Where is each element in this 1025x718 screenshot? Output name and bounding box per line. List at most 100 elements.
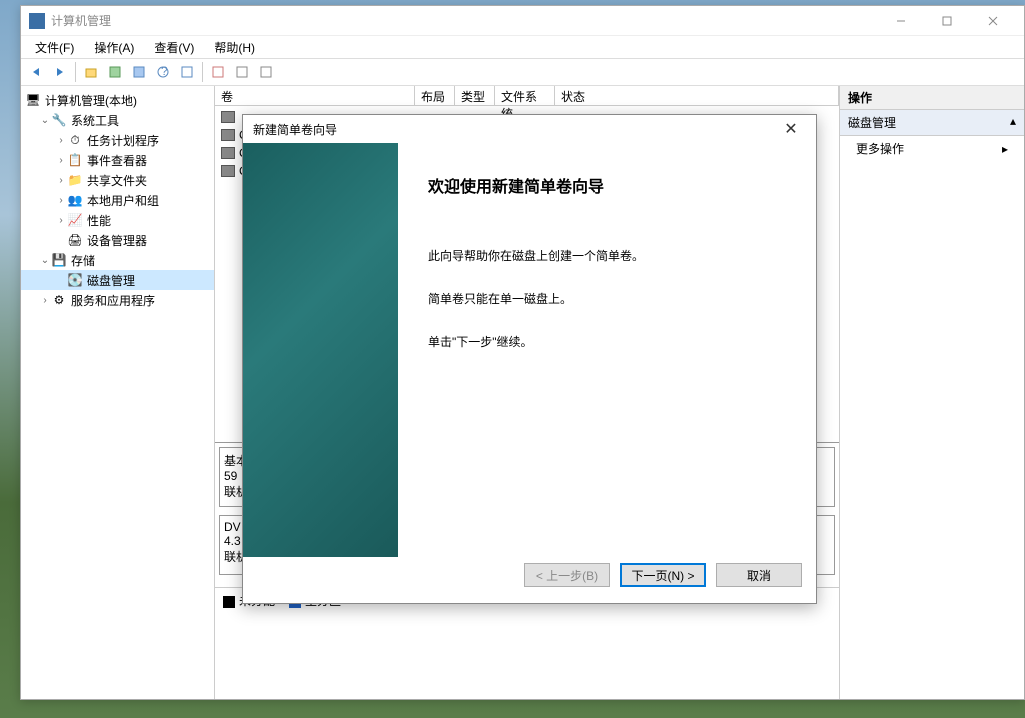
app-icon [29,13,45,29]
cancel-button[interactable]: 取消 [716,563,802,587]
folder-icon: 📁 [67,172,83,188]
tree-label: 系统工具 [71,112,119,129]
tree-storage[interactable]: ⌄ 💾 存储 [21,250,214,270]
actions-pane: 操作 磁盘管理 ▴ 更多操作 ▸ [840,86,1024,699]
menu-file[interactable]: 文件(F) [29,37,80,58]
dialog-main: 欢迎使用新建简单卷向导 此向导帮助你在磁盘上创建一个简单卷。 简单卷只能在单一磁… [398,143,816,557]
services-icon: ⚙ [51,292,67,308]
tree-device-manager[interactable]: 🖨 设备管理器 [21,230,214,250]
expand-icon[interactable]: › [55,155,67,166]
back-button: < 上一步(B) [524,563,610,587]
navigation-tree: 🖥 计算机管理(本地) ⌄ 🔧 系统工具 › ⏱ 任务计划程序 › 📋 事件查看… [21,86,215,699]
storage-icon: 💾 [51,252,67,268]
toolbar-separator [202,62,203,82]
help-icon[interactable]: ? [152,61,174,83]
menubar: 文件(F) 操作(A) 查看(V) 帮助(H) [21,36,1024,58]
details-button[interactable] [231,61,253,83]
properties-button[interactable] [104,61,126,83]
tree-root[interactable]: 🖥 计算机管理(本地) [21,90,214,110]
dialog-titlebar: 新建简单卷向导 ✕ [243,115,816,143]
col-type[interactable]: 类型 [455,86,495,105]
column-headers: 卷 布局 类型 文件系统 状态 [215,86,839,106]
dialog-text: 此向导帮助你在磁盘上创建一个简单卷。 [428,247,786,266]
tree-label: 性能 [87,212,111,229]
tree-label: 任务计划程序 [87,132,159,149]
chevron-right-icon: ▸ [1002,142,1008,156]
dialog-text: 简单卷只能在单一磁盘上。 [428,290,786,309]
tree-services-apps[interactable]: › ⚙ 服务和应用程序 [21,290,214,310]
expand-icon[interactable]: › [55,135,67,146]
volume-icon [221,165,235,177]
window-title: 计算机管理 [51,12,878,29]
tree-shared-folders[interactable]: › 📁 共享文件夹 [21,170,214,190]
window-controls [878,7,1016,35]
minimize-button[interactable] [878,7,924,35]
svg-text:?: ? [161,65,168,78]
users-icon: 👥 [67,192,83,208]
menu-help[interactable]: 帮助(H) [208,37,261,58]
performance-icon: 📈 [67,212,83,228]
tree-label: 磁盘管理 [87,272,135,289]
tree-label: 服务和应用程序 [71,292,155,309]
dialog-heading: 欢迎使用新建简单卷向导 [428,173,786,197]
tree-label: 存储 [71,252,95,269]
maximize-button[interactable] [924,7,970,35]
next-button[interactable]: 下一页(N) > [620,563,706,587]
dialog-buttons: < 上一步(B) 下一页(N) > 取消 [243,557,816,603]
legend-swatch [223,596,235,608]
chart-button[interactable] [255,61,277,83]
tree-label: 事件查看器 [87,152,147,169]
collapse-icon[interactable]: ⌄ [39,115,51,126]
dialog-text: 单击"下一步"继续。 [428,333,786,352]
device-icon: 🖨 [67,232,83,248]
back-button[interactable] [25,61,47,83]
expand-icon[interactable]: › [55,175,67,186]
menu-action[interactable]: 操作(A) [88,37,140,58]
toolbar-separator [75,62,76,82]
refresh-button[interactable] [128,61,150,83]
actions-item-label: 更多操作 [856,140,904,157]
actions-section[interactable]: 磁盘管理 ▴ [840,110,1024,136]
col-status[interactable]: 状态 [555,86,839,105]
col-filesystem[interactable]: 文件系统 [495,86,555,105]
tree-label: 共享文件夹 [87,172,147,189]
tree-label: 设备管理器 [87,232,147,249]
tree-performance[interactable]: › 📈 性能 [21,210,214,230]
actions-header: 操作 [840,86,1024,110]
tree-disk-management[interactable]: 💽 磁盘管理 [21,270,214,290]
tree-system-tools[interactable]: ⌄ 🔧 系统工具 [21,110,214,130]
up-button[interactable] [80,61,102,83]
forward-button[interactable] [49,61,71,83]
list-button[interactable] [207,61,229,83]
collapse-icon[interactable]: ⌄ [39,255,51,266]
computer-icon: 🖥 [25,92,41,108]
tree-label: 计算机管理(本地) [45,92,137,109]
col-volume[interactable]: 卷 [215,86,415,105]
tree-label: 本地用户和组 [87,192,159,209]
toolbar: ? [21,58,1024,86]
col-layout[interactable]: 布局 [415,86,455,105]
menu-view[interactable]: 查看(V) [148,37,200,58]
settings-icon[interactable] [176,61,198,83]
new-volume-wizard-dialog: 新建简单卷向导 ✕ 欢迎使用新建简单卷向导 此向导帮助你在磁盘上创建一个简单卷。… [242,114,817,604]
volume-icon [221,111,235,123]
actions-more[interactable]: 更多操作 ▸ [840,136,1024,161]
actions-section-label: 磁盘管理 [848,114,896,131]
clock-icon: ⏱ [67,132,83,148]
dialog-body: 欢迎使用新建简单卷向导 此向导帮助你在磁盘上创建一个简单卷。 简单卷只能在单一磁… [243,143,816,557]
tree-local-users[interactable]: › 👥 本地用户和组 [21,190,214,210]
tree-event-viewer[interactable]: › 📋 事件查看器 [21,150,214,170]
tree-task-scheduler[interactable]: › ⏱ 任务计划程序 [21,130,214,150]
dialog-close-button[interactable]: ✕ [776,119,806,139]
dialog-sidebar-image [243,143,398,557]
expand-icon[interactable]: › [55,215,67,226]
titlebar: 计算机管理 [21,6,1024,36]
expand-icon[interactable]: › [39,295,51,306]
tools-icon: 🔧 [51,112,67,128]
close-button[interactable] [970,7,1016,35]
volume-icon [221,129,235,141]
disk-icon: 💽 [67,272,83,288]
collapse-icon: ▴ [1010,114,1016,131]
dialog-title: 新建简单卷向导 [253,121,776,138]
expand-icon[interactable]: › [55,195,67,206]
